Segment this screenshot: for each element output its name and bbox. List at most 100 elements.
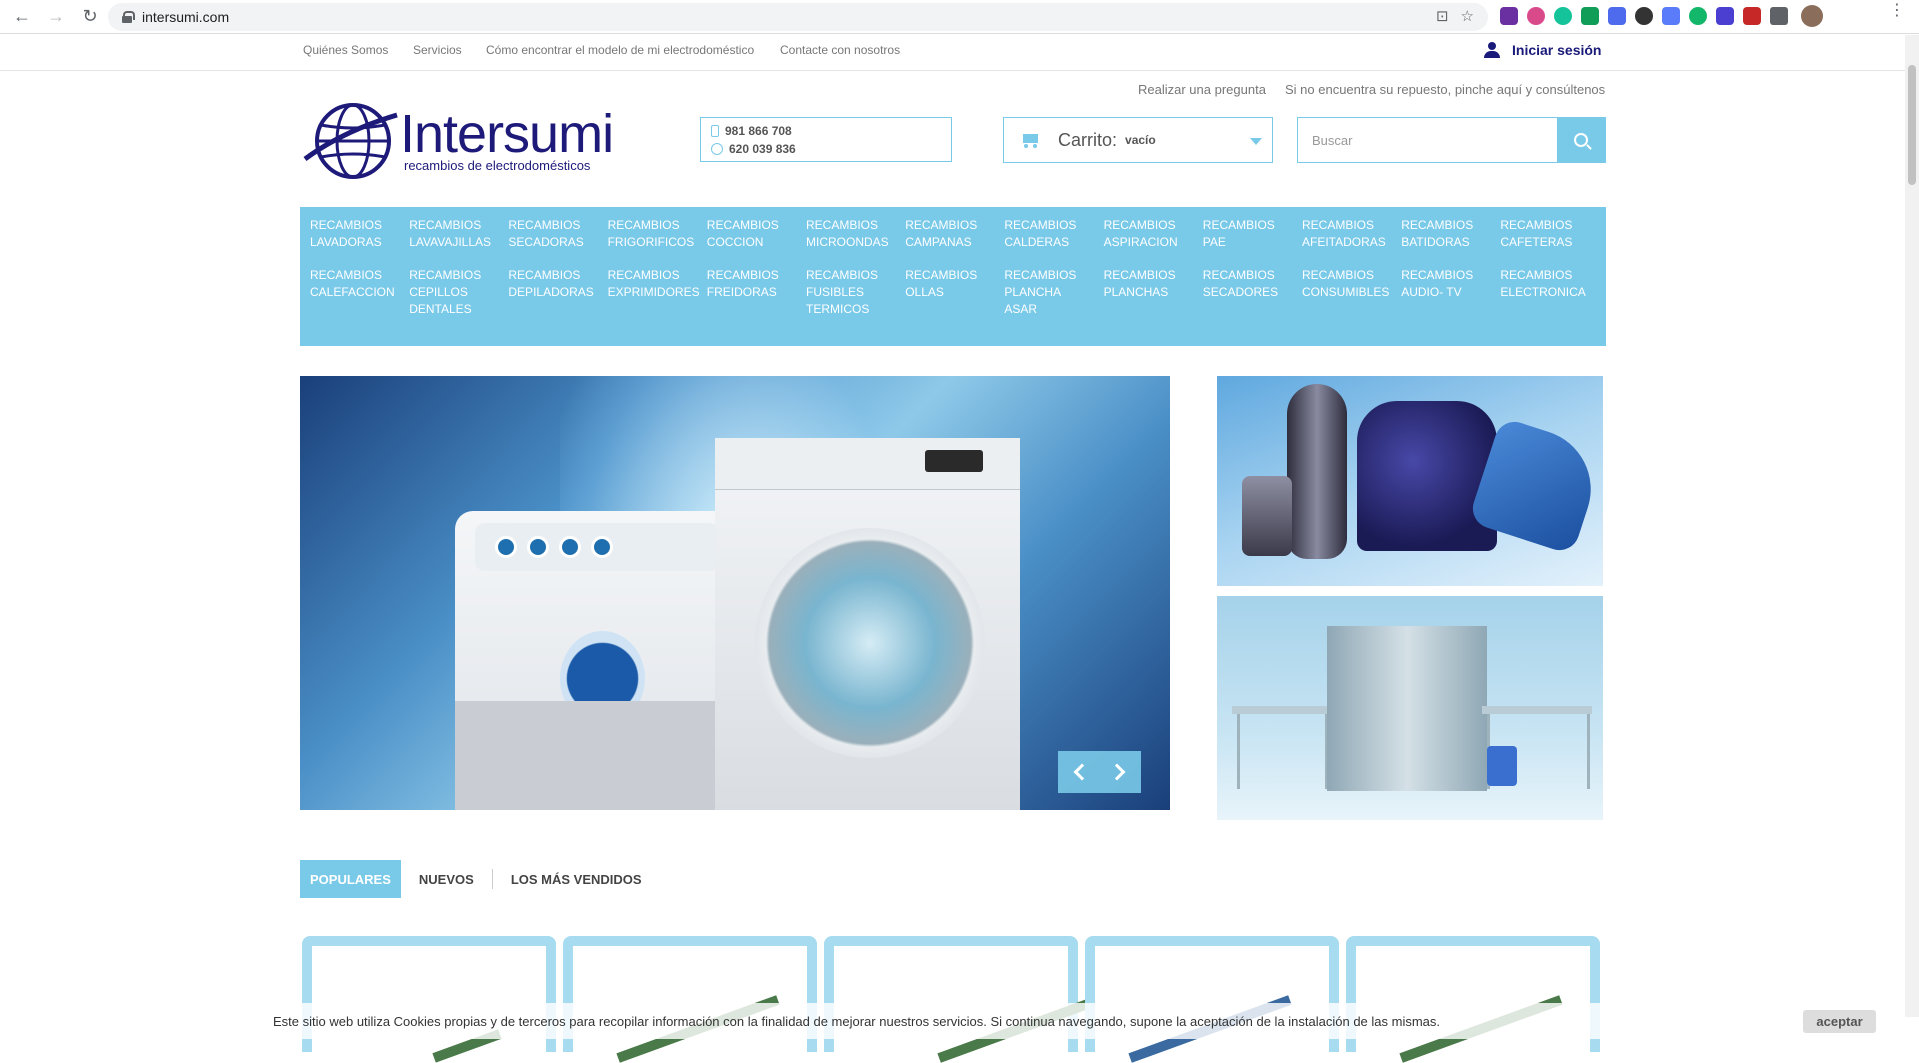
banner-small-appliances[interactable] — [1217, 376, 1603, 586]
category-link[interactable]: RECAMBIOS BATIDORAS — [1401, 217, 1496, 251]
category-link[interactable]: RECAMBIOS CAFETERAS — [1500, 217, 1595, 251]
mobile-phone-icon — [711, 125, 719, 137]
slider-controls — [1058, 751, 1141, 793]
nav-link-quienes-somos[interactable]: Quiénes Somos — [303, 43, 388, 57]
chevron-left-icon[interactable] — [1073, 763, 1091, 781]
category-label-line: EXPRIMIDORES — [607, 285, 700, 299]
category-label-line: RECAMBIOS — [1500, 268, 1573, 282]
category-link[interactable]: RECAMBIOS ELECTRONICA — [1500, 267, 1595, 301]
category-link[interactable]: RECAMBIOS ASPIRACION — [1104, 217, 1199, 251]
scrollbar[interactable] — [1905, 35, 1919, 1017]
category-label-line: RECAMBIOS — [1500, 218, 1573, 232]
tab-mas-vendidos[interactable]: LOS MÁS VENDIDOS — [493, 860, 660, 898]
search-button[interactable] — [1557, 118, 1605, 162]
category-link[interactable]: RECAMBIOS CONSUMIBLES — [1302, 267, 1397, 301]
extension-icon[interactable] — [1581, 7, 1599, 25]
login-label: Iniciar sesión — [1512, 42, 1602, 58]
phone-number: 981 866 708 — [725, 124, 792, 138]
browser-toolbar: ← → ↻ intersumi.com ⊡ ☆ ⋮ — [0, 0, 1919, 34]
category-label-line: RECAMBIOS — [1103, 268, 1176, 282]
category-link[interactable]: RECAMBIOS COCCION — [707, 217, 802, 251]
browser-menu-icon[interactable]: ⋮ — [1889, 3, 1905, 19]
hero-slider[interactable] — [300, 376, 1170, 810]
request-part-link[interactable]: Si no encuentra su repuesto, pinche aquí… — [1285, 82, 1605, 97]
whatsapp-icon — [711, 143, 723, 155]
nav-link-servicios[interactable]: Servicios — [413, 43, 462, 57]
search-icon — [1574, 133, 1588, 147]
category-label-line: CALDERAS — [1004, 235, 1070, 249]
category-label-line: RECAMBIOS — [1302, 268, 1375, 282]
extension-icon[interactable] — [1743, 7, 1761, 25]
category-label-line: PLANCHA — [1004, 285, 1062, 299]
category-link[interactable]: RECAMBIOS EXPRIMIDORES — [608, 267, 703, 301]
category-link[interactable]: RECAMBIOS CALDERAS — [1004, 217, 1099, 251]
category-label-line: RECAMBIOS — [1401, 218, 1474, 232]
reload-icon[interactable]: ↻ — [78, 5, 102, 29]
category-label-line: RECAMBIOS — [905, 218, 978, 232]
category-label-line: DEPILADORAS — [508, 285, 594, 299]
cart-dropdown[interactable]: Carrito: vacío — [1003, 117, 1273, 163]
extension-icon[interactable] — [1662, 7, 1680, 25]
category-label-line: RECAMBIOS — [806, 218, 879, 232]
back-icon[interactable]: ← — [10, 5, 34, 29]
phone-row: 981 866 708 — [711, 122, 941, 140]
bookmark-star-icon[interactable]: ☆ — [1461, 7, 1474, 25]
tab-populares[interactable]: POPULARES — [300, 860, 401, 898]
category-link[interactable]: RECAMBIOS AFEITADORAS — [1302, 217, 1397, 251]
category-link[interactable]: RECAMBIOS CAMPANAS — [905, 217, 1000, 251]
category-link[interactable]: RECAMBIOS PLANCHAS — [1104, 267, 1199, 301]
category-link[interactable]: RECAMBIOS SECADORES — [1203, 267, 1298, 301]
profile-avatar[interactable] — [1801, 5, 1823, 27]
category-link[interactable]: RECAMBIOS LAVAVAJILLAS — [409, 217, 504, 251]
category-link[interactable]: RECAMBIOS FREIDORAS — [707, 267, 802, 301]
extension-icon[interactable] — [1635, 7, 1653, 25]
tab-nuevos[interactable]: NUEVOS — [401, 860, 492, 898]
extension-icon[interactable] — [1608, 7, 1626, 25]
category-link[interactable]: RECAMBIOS FRIGORIFICOS — [608, 217, 703, 251]
scrollbar-thumb[interactable] — [1908, 65, 1916, 185]
extension-icon[interactable] — [1689, 7, 1707, 25]
category-label-line: RECAMBIOS — [1302, 218, 1375, 232]
category-link[interactable]: RECAMBIOS PLANCHA ASAR — [1004, 267, 1099, 318]
category-link[interactable]: RECAMBIOS OLLAS — [905, 267, 1000, 301]
extension-icon[interactable] — [1554, 7, 1572, 25]
category-label-line: RECAMBIOS — [905, 268, 978, 282]
banner-industrial-dishwasher[interactable] — [1217, 596, 1603, 820]
puzzle-icon[interactable] — [1770, 7, 1788, 25]
accept-cookies-button[interactable]: aceptar — [1803, 1010, 1876, 1033]
category-link[interactable]: RECAMBIOS SECADORAS — [508, 217, 603, 251]
category-label-line: BATIDORAS — [1401, 235, 1470, 249]
category-label-line: RECAMBIOS — [607, 268, 680, 282]
category-link[interactable]: RECAMBIOS FUSIBLES TERMICOS — [806, 267, 901, 318]
login-link[interactable]: Iniciar sesión — [1484, 42, 1601, 58]
chevron-right-icon[interactable] — [1108, 763, 1126, 781]
nav-link-encontrar-modelo[interactable]: Cómo encontrar el modelo de mi electrodo… — [486, 43, 754, 57]
site-logo[interactable]: Intersumi recambios de electrodomésticos — [303, 101, 614, 181]
search-input[interactable] — [1298, 118, 1558, 162]
category-label-line: SECADORES — [1202, 285, 1279, 299]
ask-question-link[interactable]: Realizar una pregunta — [1138, 82, 1266, 97]
category-link[interactable]: RECAMBIOS PAE — [1203, 217, 1298, 251]
category-link[interactable]: RECAMBIOS CEPILLOS DENTALES — [409, 267, 504, 318]
category-link[interactable]: RECAMBIOS CALEFACCION — [310, 267, 405, 301]
category-link[interactable]: RECAMBIOS AUDIO- TV — [1401, 267, 1496, 301]
extension-icon[interactable] — [1527, 7, 1545, 25]
address-bar[interactable]: intersumi.com ⊡ ☆ — [108, 3, 1488, 31]
contact-phones: 981 866 708 620 039 836 — [700, 117, 952, 162]
extension-icon[interactable] — [1500, 7, 1518, 25]
category-link[interactable]: RECAMBIOS LAVADORAS — [310, 217, 405, 251]
extension-icon[interactable] — [1716, 7, 1734, 25]
category-label-line: COCCION — [706, 235, 764, 249]
category-link[interactable]: RECAMBIOS DEPILADORAS — [508, 267, 603, 301]
nav-link-contacte[interactable]: Contacte con nosotros — [780, 43, 900, 57]
translate-icon[interactable]: ⊡ — [1436, 7, 1449, 25]
category-label-line: PAE — [1202, 235, 1226, 249]
category-label-line: RECAMBIOS — [1202, 218, 1275, 232]
forward-icon[interactable]: → — [44, 5, 68, 29]
extensions-bar — [1500, 5, 1823, 27]
logo-tagline: recambios de electrodomésticos — [404, 158, 591, 173]
category-label-line: RECAMBIOS — [607, 218, 680, 232]
category-label-line: CAMPANAS — [905, 235, 972, 249]
category-link[interactable]: RECAMBIOS MICROONDAS — [806, 217, 901, 251]
category-label-line: FREIDORAS — [706, 285, 777, 299]
